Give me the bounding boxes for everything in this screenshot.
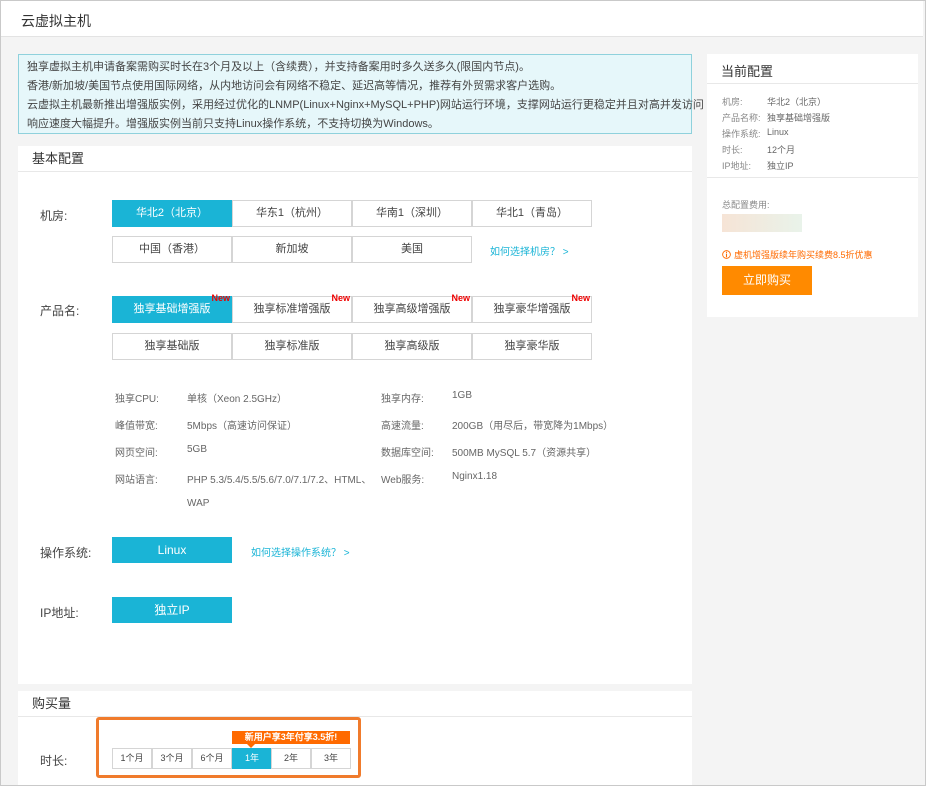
promo-label: 虚机增强版续年购买续费8.5折优惠 <box>734 250 873 260</box>
spec-value: PHP 5.3/5.4/5.5/5.6/7.0/7.1/7.2、HTML、 <box>187 475 372 486</box>
summary-divider <box>707 177 918 178</box>
spec-key: 高速流量: <box>381 421 424 432</box>
promo-text: 虚机增强版续年购买续费8.5折优惠 <box>722 248 873 261</box>
summary-value: 独立IP <box>767 161 794 171</box>
summary-title: 当前配置 <box>721 64 774 79</box>
new-badge: New <box>451 293 470 303</box>
duration-label: 时长: <box>40 754 68 768</box>
product-option[interactable]: 独享基础版 <box>112 333 232 360</box>
spec-value: Nginx1.18 <box>452 471 498 482</box>
product-option-label: 独享豪华增强版 <box>493 303 571 315</box>
summary-key: 操作系统: <box>722 129 761 139</box>
summary-divider <box>707 83 918 84</box>
new-badge: New <box>571 293 590 303</box>
summary-value: 华北2（北京） <box>767 97 827 107</box>
product-option[interactable]: 独享豪华版 <box>472 333 592 360</box>
spec-value: 1GB <box>452 390 473 401</box>
ip-label: IP地址: <box>40 606 79 620</box>
region-option[interactable]: 新加坡 <box>232 236 352 263</box>
region-help-link[interactable]: 如何选择机房？ > <box>490 243 569 258</box>
product-option[interactable]: 独享高级增强版 New <box>352 293 472 323</box>
total-label: 总配置费用: <box>722 200 770 210</box>
os-option-linux[interactable]: Linux <box>112 537 232 563</box>
summary-key: IP地址: <box>722 161 752 171</box>
product-label: 产品名: <box>40 304 80 318</box>
product-option[interactable]: 独享标准增强版 New <box>232 293 352 323</box>
region-option[interactable]: 中国（香港） <box>112 236 232 263</box>
summary-value: 12个月 <box>767 145 796 155</box>
summary-value: 独享基础增强版 <box>767 113 831 123</box>
spec-value: 500MB MySQL 5.7（资源共享） <box>452 448 597 459</box>
notice-box: 独享虚拟主机申请备案需购买时长在3个月及以上（含续费），并支持备案用时多久送多久… <box>18 54 704 134</box>
highlight-box <box>96 717 361 778</box>
os-help-link[interactable]: 如何选择操作系统？ > <box>251 544 350 559</box>
price-placeholder <box>722 214 802 232</box>
spec-key: 独享内存: <box>381 394 424 405</box>
region-option[interactable]: 美国 <box>352 236 472 263</box>
os-label: 操作系统: <box>40 546 92 560</box>
notice-line: 响应速度大幅提升。增强版实例当前只支持Linux操作系统，不支持切换为Windo… <box>27 118 439 130</box>
spec-value: 5GB <box>187 444 208 455</box>
region-option[interactable]: 华北2（北京） <box>112 200 232 227</box>
notice-line: 香港/新加坡/美国节点使用国际网络，从内地访问会有网络不稳定、延迟高等情况，推荐… <box>27 80 562 92</box>
spec-value: 200GB（用尽后，带宽降为1Mbps） <box>452 421 614 432</box>
spec-value-wrap: WAP <box>187 498 210 509</box>
summary-key: 时长: <box>722 145 743 155</box>
product-option[interactable]: 独享高级版 <box>352 333 472 360</box>
new-badge: New <box>331 293 350 303</box>
title-bar: 云虚拟主机 <box>1 1 923 37</box>
product-option-label: 独享基础增强版 <box>133 303 211 315</box>
spec-key: 峰值带宽: <box>115 421 158 432</box>
product-option[interactable]: 独享基础增强版 New <box>112 293 232 323</box>
region-label: 机房: <box>40 209 68 223</box>
spec-key: 网站语言: <box>115 475 158 486</box>
spec-key: Web服务: <box>381 475 425 486</box>
region-option[interactable]: 华北1（青岛） <box>472 200 592 227</box>
region-option[interactable]: 华东1（杭州） <box>232 200 352 227</box>
product-option[interactable]: 独享标准版 <box>232 333 352 360</box>
notice-line: 独享虚拟主机申请备案需购买时长在3个月及以上（含续费），并支持备案用时多久送多久… <box>27 61 530 73</box>
summary-key: 产品名称: <box>722 113 761 123</box>
info-icon <box>722 250 731 259</box>
spec-key: 数据库空间: <box>381 448 434 459</box>
summary-key: 机房: <box>722 97 743 107</box>
page-title: 云虚拟主机 <box>21 13 91 29</box>
spec-value: 5Mbps（高速访问保证） <box>187 421 298 432</box>
notice-line: 云虚拟主机最新推出增强版实例，采用经过优化的LNMP(Linux+Nginx+M… <box>27 99 704 111</box>
buy-now-button[interactable]: 立即购买 <box>722 266 812 295</box>
product-option[interactable]: 独享豪华增强版 New <box>472 293 592 323</box>
region-option[interactable]: 华南1（深圳） <box>352 200 472 227</box>
new-badge: New <box>211 293 230 303</box>
basic-config-title: 基本配置 <box>18 146 692 172</box>
product-option-label: 独享高级增强版 <box>373 303 451 315</box>
spec-key: 网页空间: <box>115 448 158 459</box>
ip-option-dedicated[interactable]: 独立IP <box>112 597 232 623</box>
purchase-title: 购买量 <box>18 691 692 717</box>
summary-value: Linux <box>767 127 789 137</box>
product-option-label: 独享标准增强版 <box>253 303 331 315</box>
spec-key: 独享CPU: <box>115 394 159 405</box>
spec-value: 单核（Xeon 2.5GHz） <box>187 394 288 405</box>
